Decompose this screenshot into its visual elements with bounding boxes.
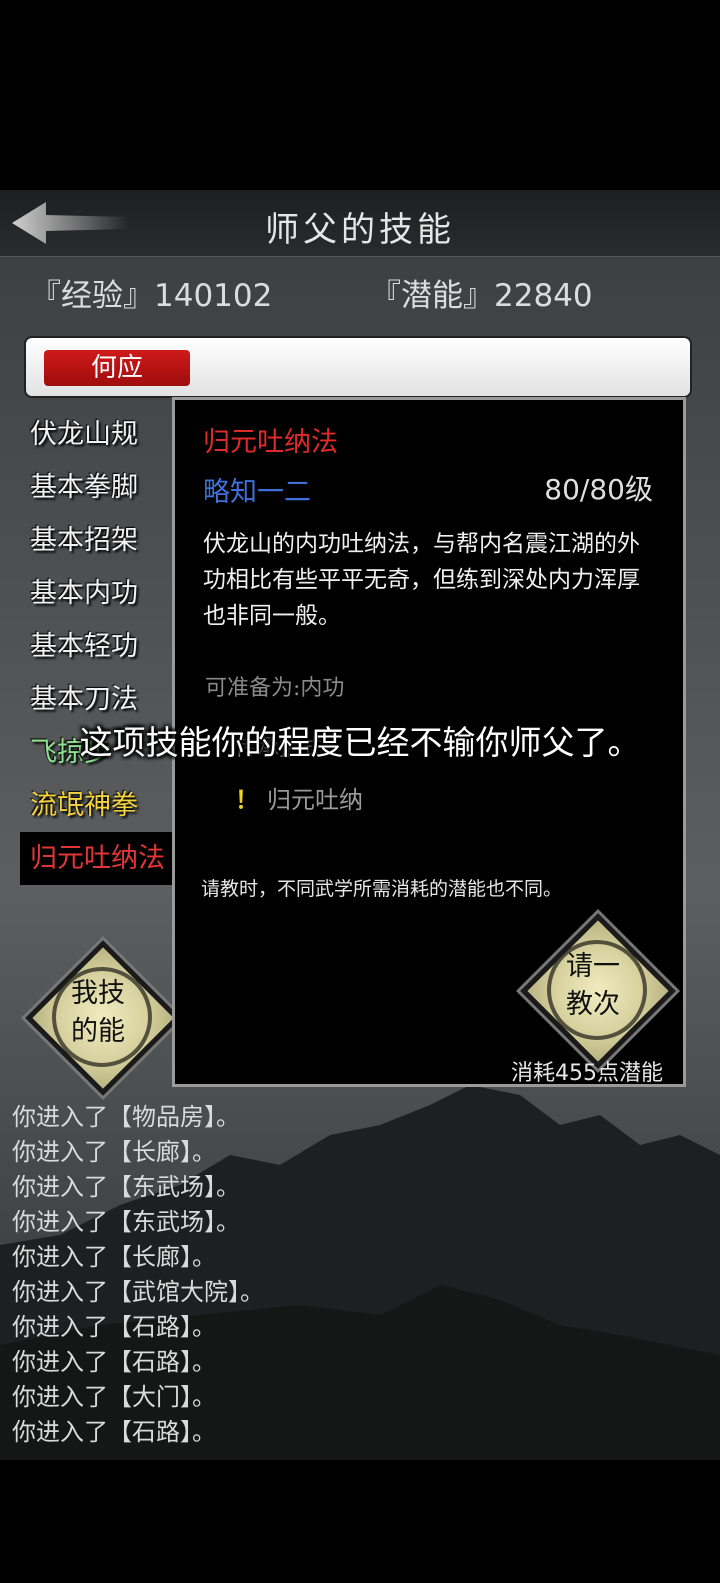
- log-line: 你进入了【石路】。: [12, 1418, 216, 1446]
- skill-item[interactable]: 流氓神拳: [20, 779, 180, 832]
- popup-level-name: 略知一二: [203, 477, 311, 508]
- request-teach-button[interactable]: 请一 教次: [520, 913, 676, 1069]
- log-line: 你进入了【东武场】。: [12, 1208, 240, 1236]
- skill-item[interactable]: 基本轻功: [20, 620, 180, 673]
- experience-stat: 『经验』140102: [30, 278, 273, 314]
- teach-label-line2: 教次: [566, 989, 620, 1020]
- skill-item-selected[interactable]: 归元吐纳法: [20, 832, 180, 885]
- master-bar: 何应: [24, 336, 692, 398]
- popup-prepare-as: 可准备为:内功: [205, 676, 345, 701]
- skill-item[interactable]: 伏龙山规: [20, 408, 180, 461]
- log-line: 你进入了【大门】。: [12, 1383, 216, 1411]
- master-name-tab[interactable]: 何应: [44, 350, 190, 386]
- skill-item[interactable]: 基本拳脚: [20, 461, 180, 514]
- log-line: 你进入了【石路】。: [12, 1348, 216, 1376]
- popup-level-value: 80/80级: [544, 473, 653, 506]
- skill-list: 伏龙山规 基本拳脚 基本招架 基本内功 基本轻功 基本刀法 飞掠步 流氓神拳 归…: [20, 408, 180, 885]
- page-title: 师父的技能: [265, 210, 455, 250]
- log-line: 你进入了【东武场】。: [12, 1173, 240, 1201]
- popup-cost: 消耗455点潜能: [511, 1061, 663, 1086]
- popup-note: 请教时，不同武学所需消耗的潜能也不同。: [201, 878, 563, 900]
- bottom-bar: [0, 1460, 720, 1583]
- log-line: 你进入了【物品房】。: [12, 1103, 240, 1131]
- log-line: 你进入了【长廊】。: [12, 1243, 216, 1271]
- popup-requirement: ！ 归元吐纳: [235, 780, 363, 815]
- potential-stat: 『潜能』22840: [370, 278, 593, 314]
- toast-message: 这项技能你的程度已经不输你师父了。: [79, 723, 641, 762]
- header: 师父的技能: [0, 190, 720, 257]
- popup-description: 伏龙山的内功吐纳法，与帮内名震江湖的外功相比有些平平无奇，但练到深处内力浑厚也非…: [203, 531, 640, 629]
- message-log: 你进入了【物品房】。 你进入了【长廊】。 你进入了【东武场】。 你进入了【东武场…: [0, 1100, 720, 1460]
- log-line: 你进入了【长廊】。: [12, 1138, 216, 1166]
- log-line: 你进入了【武馆大院】。: [12, 1278, 264, 1306]
- my-skills-label-line1: 我技: [71, 978, 125, 1009]
- my-skills-label-line2: 的能: [71, 1016, 125, 1047]
- teach-button-label: 请一 教次: [525, 948, 661, 1024]
- teach-label-line1: 请一: [566, 951, 620, 982]
- log-line: 你进入了【石路】。: [12, 1313, 216, 1341]
- my-skills-button[interactable]: 我技 的能: [25, 940, 181, 1096]
- skill-item[interactable]: 基本内功: [20, 567, 180, 620]
- warning-icon: ！: [235, 785, 259, 814]
- my-skills-label: 我技 的能: [30, 975, 166, 1051]
- skill-item[interactable]: 基本招架: [20, 514, 180, 567]
- requirement-text: 归元吐纳: [267, 786, 363, 814]
- popup-skill-name: 归元吐纳法: [203, 427, 338, 458]
